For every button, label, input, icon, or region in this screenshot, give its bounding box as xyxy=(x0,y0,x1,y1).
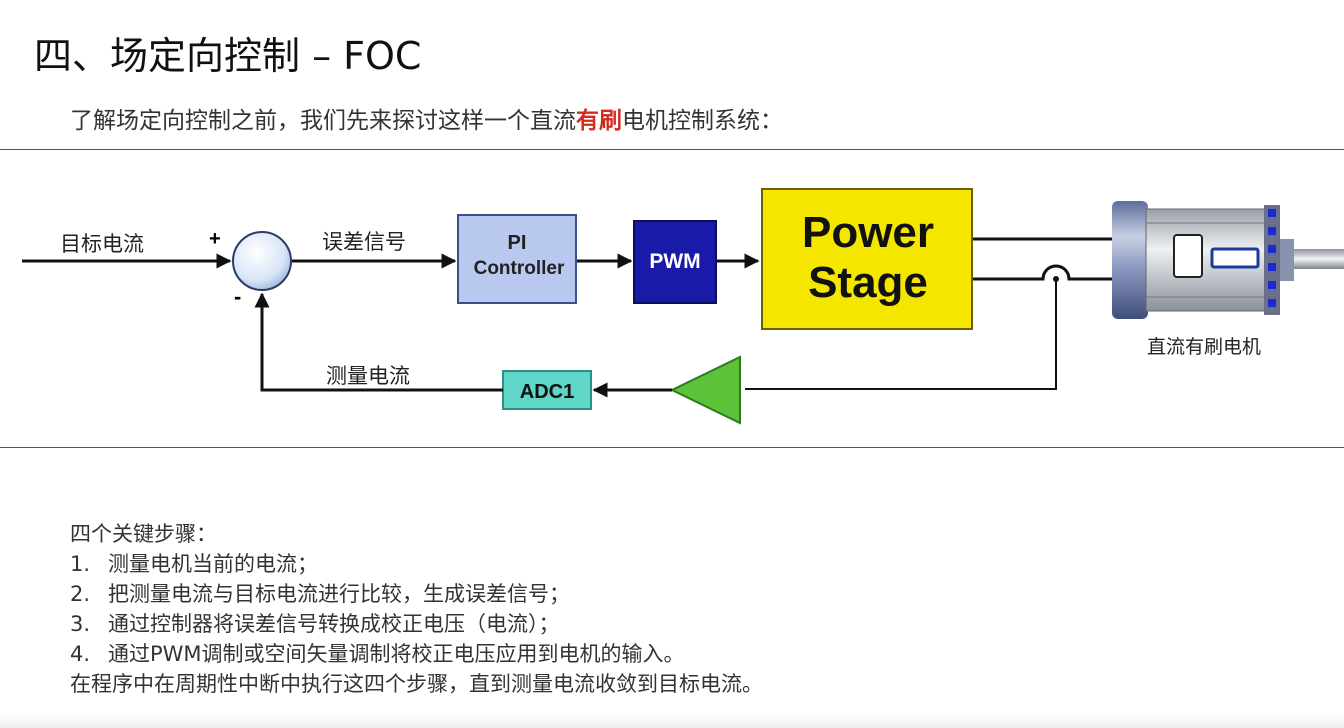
feedback-label: 测量电流 xyxy=(326,364,410,388)
step-text: 把测量电流与目标电流进行比较，生成误差信号； xyxy=(108,582,570,606)
bottom-band xyxy=(0,712,1344,728)
stage-label: Stage xyxy=(808,258,928,307)
control-loop-diagram: 目标电流 + - 误差信号 PI Controller PWM Power St… xyxy=(22,188,1344,425)
step-text: 通过控制器将误差信号转换成校正电压（电流）； xyxy=(108,612,560,636)
step-number: 3. xyxy=(70,612,91,636)
steps-section: 四个关键步骤： 1. 测量电机当前的电流； 2. 把测量电流与目标电流进行比较，生成… xyxy=(70,519,763,699)
step-number: 4. xyxy=(70,642,91,666)
step-3: 3. 通过控制器将误差信号转换成校正电压（电流）； xyxy=(70,609,763,639)
minus-sign: - xyxy=(234,284,241,309)
footer-text: 在程序中在周期性中断中执行这四个步骤，直到测量电流收敛到目标电流。 xyxy=(70,672,763,696)
intro-before: 了解场定向控制之前，我们先来探讨这样一个直流 xyxy=(70,108,576,134)
step-2: 2. 把测量电流与目标电流进行比较，生成误差信号； xyxy=(70,579,763,609)
summing-junction xyxy=(232,231,292,291)
step-number: 2. xyxy=(70,582,91,606)
input-label: 目标电流 xyxy=(60,232,144,256)
intro-text: 了解场定向控制之前，我们先来探讨这样一个直流有刷电机控制系统： xyxy=(70,104,783,138)
page-title: 四、场定向控制 – FOC xyxy=(34,34,422,78)
step-1: 1. 测量电机当前的电流； xyxy=(70,549,763,579)
intro-highlight: 有刷 xyxy=(576,108,622,134)
plus-sign: + xyxy=(209,228,221,250)
amplifier-icon xyxy=(669,355,741,425)
sense-node xyxy=(1053,276,1059,282)
step-text: 通过PWM调制或空间矢量调制将校正电压应用到电机的输入。 xyxy=(108,642,685,666)
power-label: Power xyxy=(802,208,934,257)
intro-after: 电机控制系统： xyxy=(622,108,783,134)
steps-heading: 四个关键步骤： xyxy=(70,522,217,546)
step-text: 测量电机当前的电流； xyxy=(108,552,318,576)
pwm-label: PWM xyxy=(649,250,700,273)
pi-label: PI xyxy=(508,232,527,254)
error-label: 误差信号 xyxy=(322,230,406,254)
motor-wire-bottom xyxy=(973,264,1112,281)
step-number: 1. xyxy=(70,552,91,576)
controller-label: Controller xyxy=(474,258,565,279)
dc-motor-icon xyxy=(1112,201,1344,319)
adc-label: ADC1 xyxy=(520,381,574,403)
step-4: 4. 通过PWM调制或空间矢量调制将校正电压应用到电机的输入。 xyxy=(70,639,763,669)
motor-label: 直流有刷电机 xyxy=(1147,336,1261,358)
